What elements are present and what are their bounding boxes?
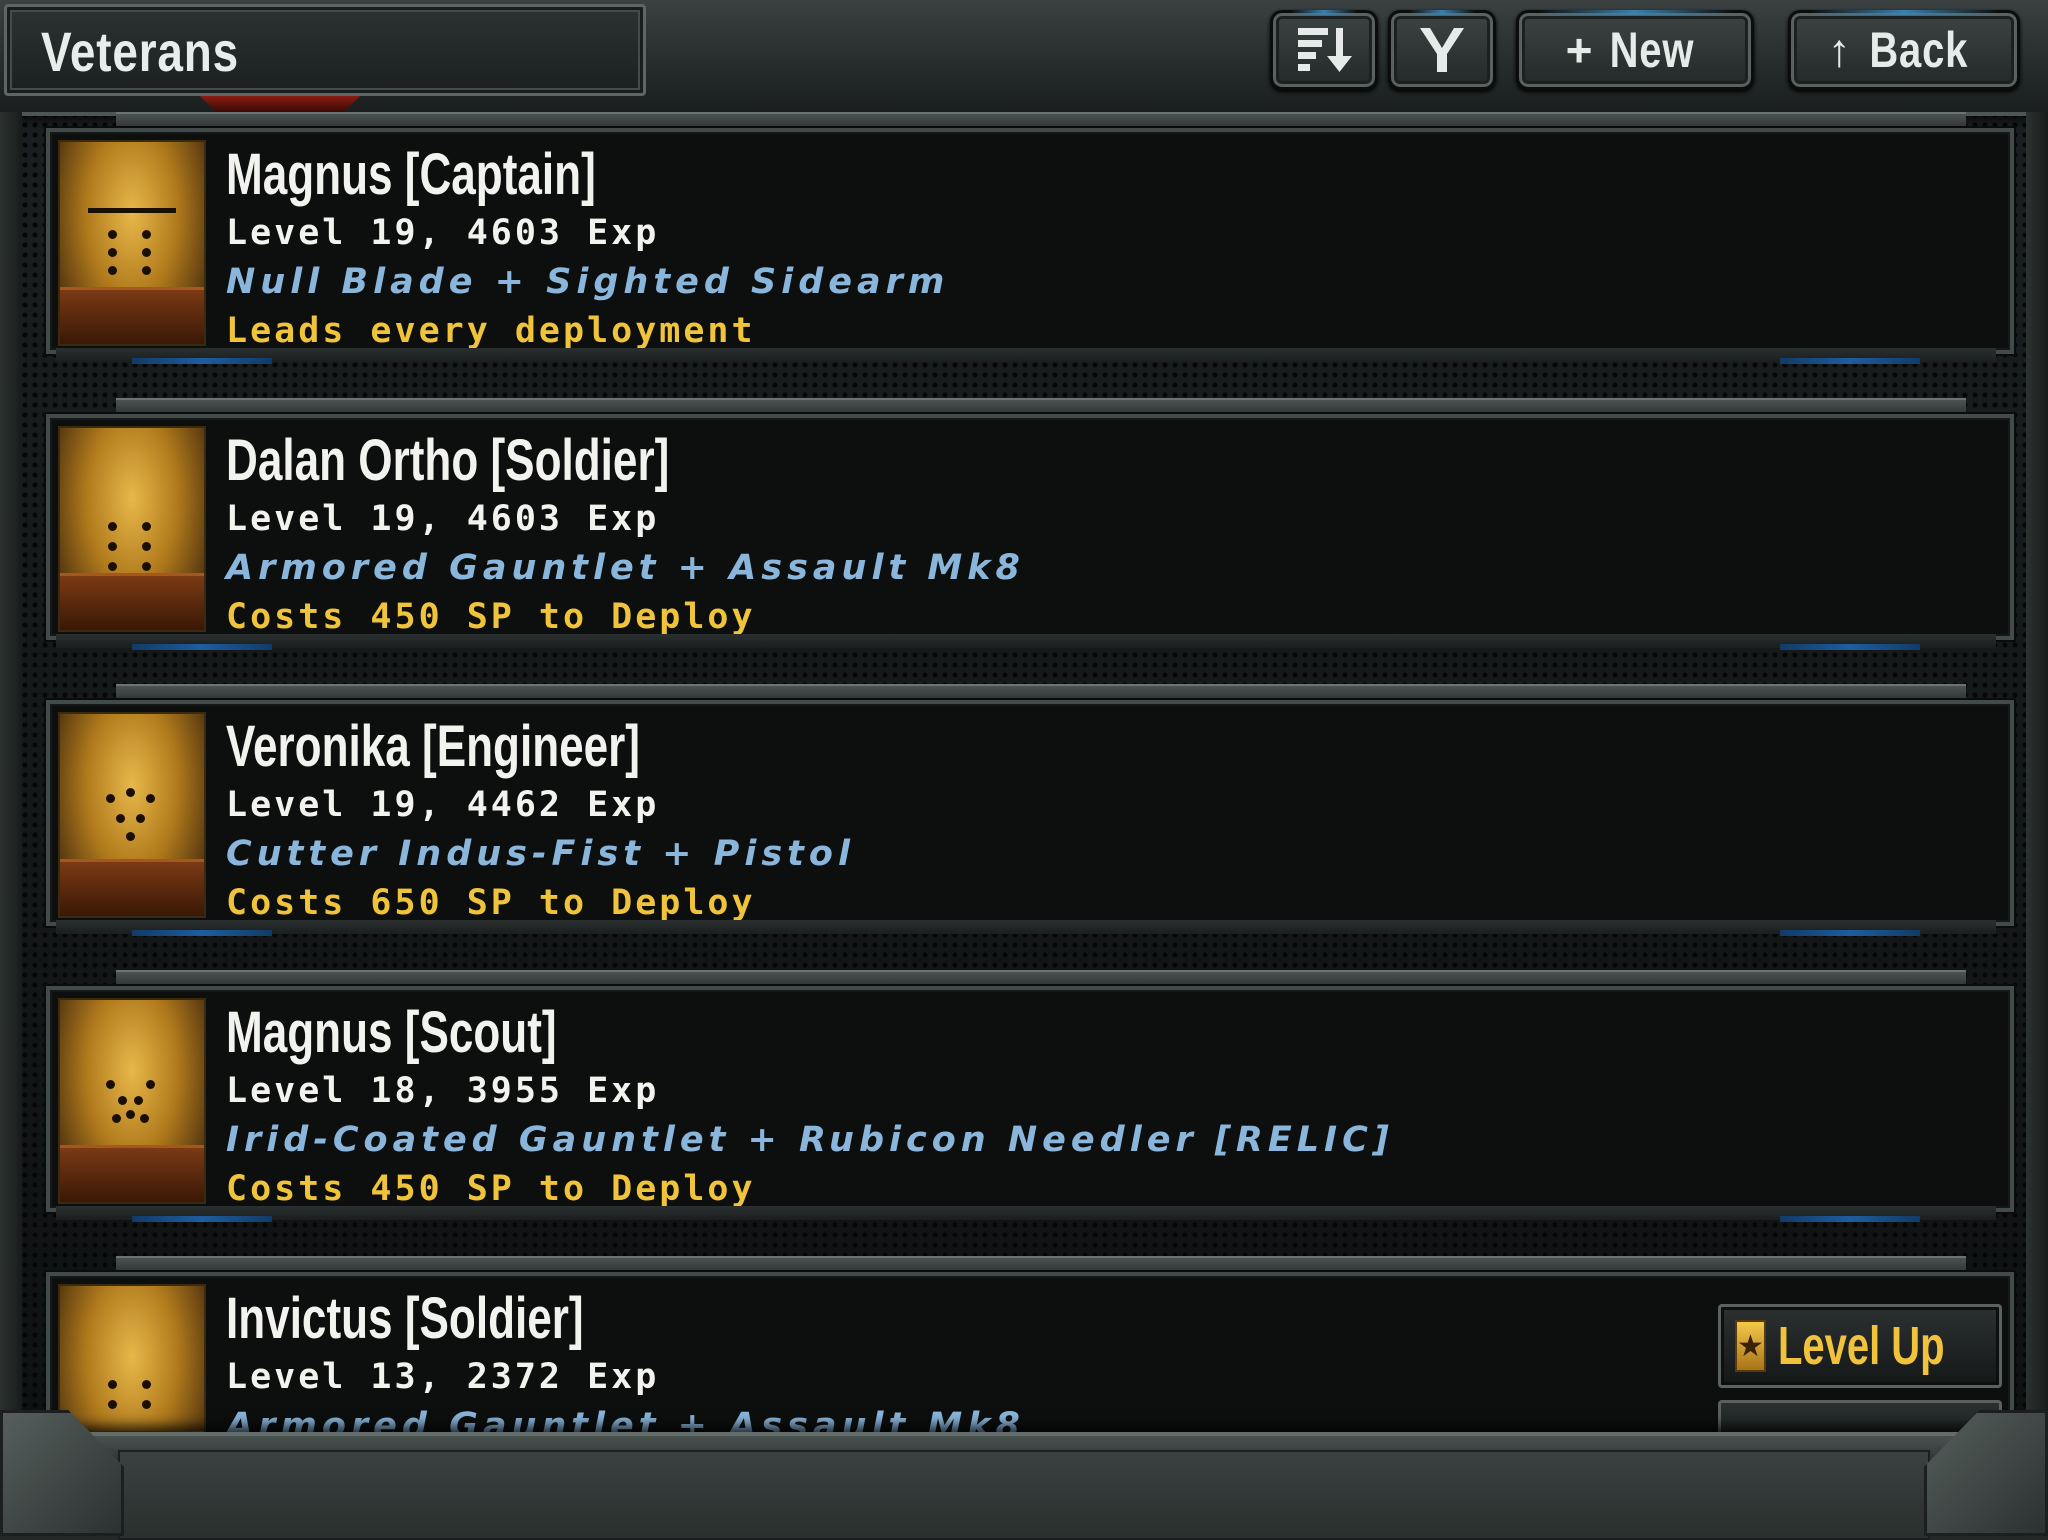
list-item-frame: Magnus [Scout] Level 18, 3955 Exp Irid-C… [46,986,2014,1212]
top-bar: Veterans + New ↑ Back [0,0,2048,116]
veteran-name: Invictus [Soldier] [226,1286,584,1351]
list-item-frame: Dalan Ortho [Soldier] Level 19, 4603 Exp… [46,414,2014,640]
back-button[interactable]: ↑ Back [1788,10,2020,90]
list-item[interactable]: Veronika [Engineer] Level 19, 4462 Exp C… [46,684,2014,936]
new-button-label: New [1609,22,1694,78]
new-button[interactable]: + New [1516,10,1754,90]
sort-icon [1298,28,1352,72]
list-item[interactable]: Dalan Ortho [Soldier] Level 19, 4603 Exp… [46,398,2014,650]
back-button-label: Back [1869,22,1968,78]
arrow-up-icon: ↑ [1827,24,1851,76]
veteran-gear: Armored Gauntlet + Assault Mk8 [226,548,1025,588]
veteran-gear: Cutter Indus-Fist + Pistol [226,834,855,874]
veteran-gear: Irid-Coated Gauntlet + Rubicon Needler [… [226,1120,1394,1160]
veteran-gear: Armored Gauntlet + Assault Mk8 [226,1406,1025,1432]
bottom-bar [0,1432,2048,1540]
list-item[interactable]: Invictus [Soldier] Level 13, 2372 Exp Ar… [46,1256,2014,1432]
plus-icon: + [1565,24,1593,76]
list-item-frame: Magnus [Captain] Level 19, 4603 Exp Null… [46,128,2014,354]
level-up-button[interactable]: ★ Level Up [1718,1304,2002,1388]
avatar [58,1284,206,1432]
veteran-level: Level 19, 4603 Exp [226,499,660,539]
list-item[interactable]: Magnus [Captain] Level 19, 4603 Exp Null… [46,112,2014,364]
veteran-name: Magnus [Captain] [226,142,596,207]
title-notch [200,96,360,112]
veteran-name: Dalan Ortho [Soldier] [226,428,670,493]
list-item[interactable]: Magnus [Scout] Level 18, 3955 Exp Irid-C… [46,970,2014,1222]
veteran-level: Level 13, 2372 Exp [226,1357,660,1397]
title-plate: Veterans [4,4,646,96]
medal-icon: ★ [1735,1320,1766,1372]
filter-button[interactable] [1388,10,1496,90]
veteran-name: Magnus [Scout] [226,1000,557,1065]
level-up-label: Level Up [1777,1316,1945,1376]
veteran-gear: Null Blade + Sighted Sidearm [226,262,950,302]
veteran-level: Level 19, 4603 Exp [226,213,660,253]
sort-button[interactable] [1270,10,1378,90]
filter-icon [1420,28,1464,72]
veteran-list[interactable]: Magnus [Captain] Level 19, 4603 Exp Null… [0,112,2048,1432]
avatar [58,712,206,918]
page-title: Veterans [41,20,240,83]
veteran-name: Veronika [Engineer] [226,714,640,779]
avatar [58,140,206,346]
list-item-frame: Veronika [Engineer] Level 19, 4462 Exp C… [46,700,2014,926]
bottom-bar-panel [118,1450,1930,1540]
veteran-level: Level 18, 3955 Exp [226,1071,660,1111]
avatar [58,426,206,632]
avatar [58,998,206,1204]
veteran-level: Level 19, 4462 Exp [226,785,660,825]
